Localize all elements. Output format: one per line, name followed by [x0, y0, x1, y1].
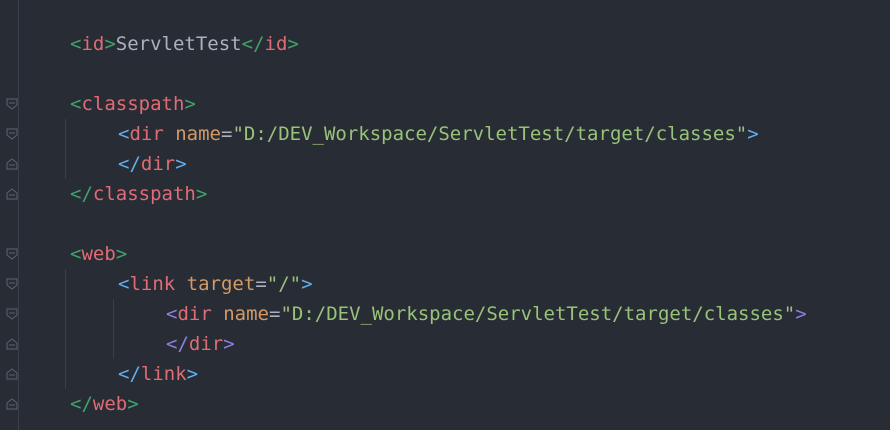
bracket: >	[175, 153, 187, 175]
bracket: >	[301, 273, 313, 295]
code-editor[interactable]: <id>ServletTest</id> <classpath> <dir na…	[0, 0, 890, 430]
tag-name: web	[92, 393, 128, 415]
tag-name: dir	[129, 123, 164, 145]
code-line: <dir name="D:/DEV_Workspace/ServletTest/…	[166, 303, 807, 325]
bracket: </	[70, 183, 93, 205]
bracket: >	[747, 123, 759, 145]
bracket: </	[118, 363, 141, 385]
code-line: </classpath>	[70, 179, 207, 209]
text-content: ServletTest	[115, 33, 242, 55]
bracket: <	[70, 93, 82, 115]
code-line: <web>	[70, 239, 127, 269]
attribute-value: "/"	[266, 273, 302, 295]
bracket: >	[795, 303, 807, 325]
bracket: <	[70, 243, 82, 265]
bracket: <	[118, 123, 130, 145]
code-line: <classpath>	[70, 89, 196, 119]
tag-name: link	[140, 363, 187, 385]
tag-name: id	[264, 33, 288, 55]
code-area[interactable]: <id>ServletTest</id> <classpath> <dir na…	[0, 0, 890, 430]
tag-name: link	[129, 273, 176, 295]
bracket: >	[186, 363, 199, 385]
tag-name: id	[81, 33, 105, 55]
attribute-name: name	[175, 123, 221, 145]
code-line: <dir name="D:/DEV_Workspace/ServletTest/…	[118, 123, 759, 145]
bracket: </	[166, 333, 189, 355]
code-line: </link>	[118, 359, 198, 389]
code-line: <link target="/">	[118, 273, 313, 295]
tag-name: web	[81, 243, 116, 265]
tag-name: dir	[140, 153, 176, 175]
code-line: </dir>	[166, 329, 235, 359]
code-line: </dir>	[118, 149, 187, 179]
tag-name: classpath	[92, 183, 196, 205]
bracket: <	[70, 33, 82, 55]
bracket: >	[195, 183, 208, 205]
bracket: >	[223, 333, 235, 355]
bracket: <	[166, 303, 178, 325]
bracket: >	[127, 393, 139, 415]
tag-name: dir	[188, 333, 224, 355]
bracket: </	[118, 153, 141, 175]
bracket: >	[184, 93, 196, 115]
bracket: >	[104, 33, 116, 55]
bracket: >	[287, 33, 299, 55]
attribute-name: target	[186, 273, 256, 295]
tag-name: dir	[177, 303, 212, 325]
bracket: </	[70, 393, 93, 415]
tag-name: classpath	[81, 93, 185, 115]
attribute-name: name	[223, 303, 269, 325]
code-line: </web>	[70, 389, 139, 419]
attribute-value: "D:/DEV_Workspace/ServletTest/target/cla…	[280, 303, 796, 325]
bracket: >	[115, 243, 128, 265]
bracket: </	[241, 33, 265, 55]
bracket: <	[118, 273, 130, 295]
attribute-value: "D:/DEV_Workspace/ServletTest/target/cla…	[232, 123, 748, 145]
code-line: <id>ServletTest</id>	[70, 29, 299, 59]
